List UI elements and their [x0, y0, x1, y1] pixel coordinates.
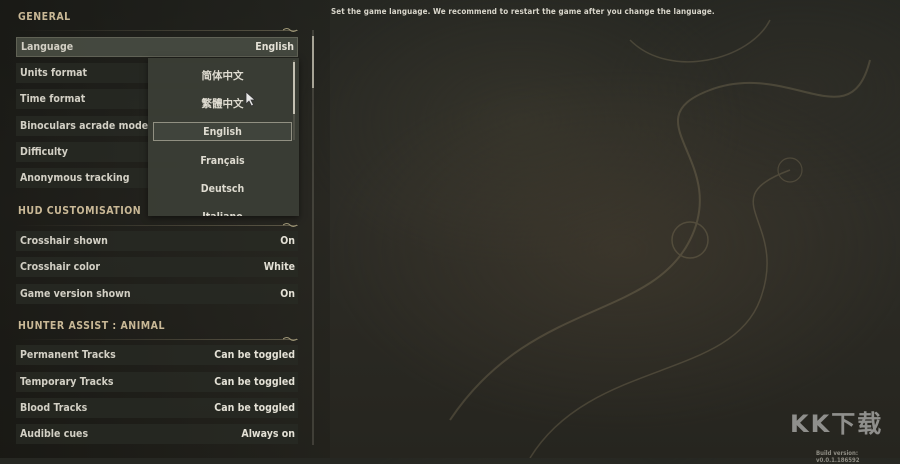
setting-row-blood-tracks[interactable]: Blood Tracks Can be toggled	[16, 398, 298, 418]
setting-label: Difficulty	[20, 146, 68, 158]
setting-value: Can be toggled	[214, 402, 295, 414]
language-option-italian[interactable]: Italiano	[153, 207, 292, 217]
setting-row-crosshair-shown[interactable]: Crosshair shown On	[16, 231, 298, 251]
settings-scrollbar-thumb[interactable]	[312, 36, 314, 88]
language-option-german[interactable]: Deutsch	[153, 179, 292, 198]
setting-value: Always on	[241, 428, 295, 440]
setting-label: Anonymous tracking	[20, 172, 130, 184]
setting-label: Temporary Tracks	[20, 376, 114, 388]
watermark-logo: KK下载	[790, 410, 884, 438]
setting-label: Game version shown	[20, 288, 131, 300]
setting-row-game-version-shown[interactable]: Game version shown On	[16, 284, 298, 304]
dropdown-scrollbar-thumb[interactable]	[293, 62, 295, 114]
language-option-french[interactable]: Français	[153, 151, 292, 170]
setting-label: Language	[21, 41, 74, 53]
setting-row-audible-cues[interactable]: Audible cues Always on	[16, 424, 298, 444]
setting-label: Audible cues	[20, 428, 89, 440]
setting-label: Permanent Tracks	[20, 349, 116, 361]
section-title-hud: HUD CUSTOMISATION	[18, 205, 142, 217]
setting-label: Units format	[20, 67, 88, 79]
background-filigree	[449, 19, 871, 458]
section-divider	[16, 225, 298, 226]
section-divider	[16, 339, 298, 340]
setting-label: Crosshair color	[20, 261, 101, 273]
setting-value: Can be toggled	[214, 376, 295, 388]
setting-value: White	[263, 261, 295, 273]
build-version-text: Build version: v0.0.1.186592	[816, 450, 860, 464]
ornament-icon	[283, 28, 297, 32]
setting-value: Can be toggled	[214, 349, 295, 361]
section-title-hunter-assist: HUNTER ASSIST : ANIMAL	[18, 320, 165, 332]
setting-row-language[interactable]: Language English	[16, 37, 298, 57]
setting-label: Blood Tracks	[20, 402, 88, 414]
language-option-zh-hans[interactable]: 简体中文	[153, 66, 292, 85]
language-dropdown: 简体中文 繁體中文 English Français Deutsch Itali…	[148, 58, 299, 216]
ornament-icon	[283, 223, 297, 227]
language-option-zh-hant[interactable]: 繁體中文	[153, 94, 292, 113]
setting-row-permanent-tracks[interactable]: Permanent Tracks Can be toggled	[16, 345, 298, 365]
settings-scrollbar-track[interactable]	[312, 30, 314, 445]
section-title-general: GENERAL	[18, 11, 71, 23]
setting-label: Time format	[20, 93, 86, 105]
setting-row-temporary-tracks[interactable]: Temporary Tracks Can be toggled	[16, 372, 298, 392]
setting-value: On	[280, 235, 295, 247]
language-hint-text: Set the game language. We recommend to r…	[331, 7, 715, 16]
setting-label: Crosshair shown	[20, 235, 108, 247]
mouse-cursor-icon	[245, 91, 257, 107]
language-option-english[interactable]: English	[153, 122, 292, 141]
section-divider	[16, 30, 298, 31]
ornament-icon	[283, 337, 297, 341]
setting-value: On	[280, 288, 295, 300]
setting-row-crosshair-color[interactable]: Crosshair color White	[16, 257, 298, 277]
setting-label: Binoculars acrade mode	[20, 120, 149, 132]
setting-value: English	[255, 41, 294, 53]
